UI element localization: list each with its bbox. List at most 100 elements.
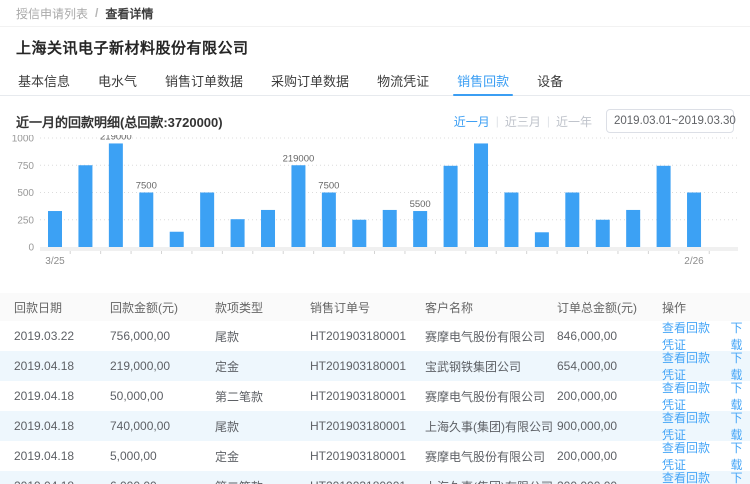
y-axis-tick-label: 250: [17, 215, 34, 226]
bar-3[interactable]: [139, 193, 153, 248]
bar-8[interactable]: [291, 165, 305, 247]
section-header: 近一月的回款明细(总回款:3720000) 近一月|近三月|近一年 2019.0…: [16, 109, 734, 133]
cell-customer: 上海久事(集团)有限公司: [425, 418, 557, 435]
view-receipt-link[interactable]: 查看回款凭证: [662, 349, 721, 383]
table-row-0: 2019.03.22756,000,00尾款HT201903180001赛摩电气…: [0, 321, 750, 351]
bar-20[interactable]: [657, 166, 671, 247]
breadcrumb-parent-link[interactable]: 授信申请列表: [16, 5, 88, 22]
column-header-4: 客户名称: [425, 299, 557, 316]
cell-amount: 6,000,00: [110, 479, 215, 484]
cell-date: 2019.04.18: [14, 389, 110, 403]
cell-total: 900,000,00: [557, 419, 662, 433]
view-receipt-link[interactable]: 查看回款凭证: [662, 409, 721, 443]
cell-total: 200,000,00: [557, 389, 662, 403]
cell-amount: 50,000,00: [110, 389, 215, 403]
y-axis-tick-label: 750: [17, 161, 34, 172]
cell-amount: 5,000,00: [110, 449, 215, 463]
tab-item-0[interactable]: 基本信息: [4, 66, 84, 95]
cell-actions: 查看回款凭证下载: [662, 379, 750, 413]
cell-total: 654,000,00: [557, 359, 662, 373]
date-range-picker[interactable]: 2019.03.01~2019.03.30: [606, 109, 734, 133]
filter-separator: |: [496, 114, 499, 128]
bar-2[interactable]: [109, 143, 123, 247]
bar-19[interactable]: [626, 210, 640, 247]
tab-item-6[interactable]: 设备: [523, 66, 577, 95]
cell-customer: 宝武钢铁集团公司: [425, 358, 557, 375]
download-link[interactable]: 下载: [731, 439, 750, 473]
page-title: 上海关讯电子新材料股份有限公司: [16, 37, 734, 58]
cell-amount: 219,000,00: [110, 359, 215, 373]
breadcrumb: 授信申请列表 / 查看详情: [0, 0, 750, 27]
cell-actions: 查看回款凭证下载: [662, 469, 750, 484]
view-receipt-link[interactable]: 查看回款凭证: [662, 379, 721, 413]
cell-order_no: HT201903180001: [310, 389, 425, 403]
bar-5[interactable]: [200, 193, 214, 248]
tab-item-5[interactable]: 销售回款: [443, 66, 523, 95]
download-link[interactable]: 下载: [731, 469, 750, 484]
cell-amount: 756,000,00: [110, 329, 215, 343]
table-row-5: 2019.04.186,000,00第二笔款HT201903180001上海久事…: [0, 471, 750, 484]
bar-21[interactable]: [687, 193, 701, 248]
range-filter-2[interactable]: 近一年: [556, 113, 592, 130]
cell-actions: 查看回款凭证下载: [662, 349, 750, 383]
bar-4[interactable]: [170, 232, 184, 247]
tab-item-1[interactable]: 电水气: [84, 66, 151, 95]
view-receipt-link[interactable]: 查看回款凭证: [662, 439, 721, 473]
tab-item-4[interactable]: 物流凭证: [363, 66, 443, 95]
cell-customer: 赛摩电气股份有限公司: [425, 448, 557, 465]
cell-customer: 赛摩电气股份有限公司: [425, 388, 557, 405]
column-header-5: 订单总金额(元): [557, 299, 662, 316]
bar-6[interactable]: [231, 219, 245, 247]
download-link[interactable]: 下载: [731, 349, 750, 383]
bar-16[interactable]: [535, 232, 549, 247]
view-receipt-link[interactable]: 查看回款凭证: [662, 469, 721, 484]
bar-1[interactable]: [78, 165, 92, 247]
view-receipt-link[interactable]: 查看回款凭证: [662, 319, 721, 353]
cell-actions: 查看回款凭证下载: [662, 409, 750, 443]
range-filter-1[interactable]: 近三月: [505, 113, 541, 130]
bar-13[interactable]: [444, 166, 458, 247]
y-axis-tick-label: 1000: [12, 135, 35, 145]
bar-11[interactable]: [383, 210, 397, 247]
bar-7[interactable]: [261, 210, 275, 247]
table-row-2: 2019.04.1850,000,00第二笔款HT201903180001赛摩电…: [0, 381, 750, 411]
bar-14[interactable]: [474, 143, 488, 247]
range-filter-0[interactable]: 近一月: [454, 113, 490, 130]
column-header-1: 回款金额(元): [110, 299, 215, 316]
bar-10[interactable]: [352, 220, 366, 247]
bar-value-label: 5500: [410, 199, 431, 210]
range-filter-group: 近一月|近三月|近一年: [454, 113, 592, 130]
cell-actions: 查看回款凭证下载: [662, 319, 750, 353]
bar-9[interactable]: [322, 193, 336, 248]
download-link[interactable]: 下载: [731, 379, 750, 413]
table-row-4: 2019.04.185,000,00定金HT201903180001赛摩电气股份…: [0, 441, 750, 471]
x-axis-label: 3/25: [45, 256, 65, 267]
bar-15[interactable]: [504, 193, 518, 248]
table-row-1: 2019.04.18219,000,00定金HT201903180001宝武钢铁…: [0, 351, 750, 381]
column-header-3: 销售订单号: [310, 299, 425, 316]
table-body: 2019.03.22756,000,00尾款HT201903180001赛摩电气…: [0, 321, 750, 484]
cell-amount: 740,000,00: [110, 419, 215, 433]
x-axis-label: 2/26: [684, 256, 704, 267]
bar-18[interactable]: [596, 220, 610, 247]
bar-value-label: 7500: [318, 181, 339, 192]
tab-item-3[interactable]: 采购订单数据: [257, 66, 363, 95]
download-link[interactable]: 下载: [731, 319, 750, 353]
bar-value-label: 219000: [283, 153, 315, 164]
bar-17[interactable]: [565, 193, 579, 248]
bar-12[interactable]: [413, 211, 427, 247]
download-link[interactable]: 下载: [731, 409, 750, 443]
bar-0[interactable]: [48, 211, 62, 247]
cell-order_no: HT201903180001: [310, 479, 425, 484]
tab-item-2[interactable]: 销售订单数据: [151, 66, 257, 95]
cell-type: 尾款: [215, 418, 310, 435]
cell-customer: 赛摩电气股份有限公司: [425, 328, 557, 345]
bar-chart-svg: 025050075010002190007500219000750055003/…: [0, 135, 750, 273]
table-row-3: 2019.04.18740,000,00尾款HT201903180001上海久事…: [0, 411, 750, 441]
column-header-2: 款项类型: [215, 299, 310, 316]
bar-value-label: 7500: [136, 181, 157, 192]
cell-date: 2019.04.18: [14, 419, 110, 433]
payment-bar-chart: 025050075010002190007500219000750055003/…: [0, 135, 750, 278]
cell-total: 200,000,00: [557, 449, 662, 463]
cell-type: 定金: [215, 358, 310, 375]
